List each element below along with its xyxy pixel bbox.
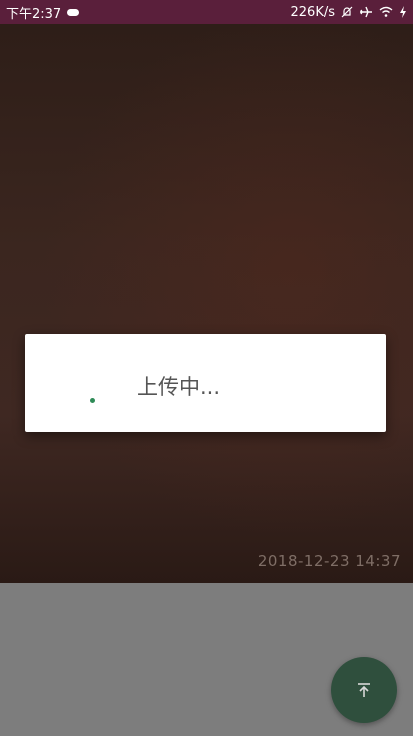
- status-time: 下午2:37: [6, 6, 62, 22]
- photo-timestamp: 2018-12-23 14:37: [257, 552, 401, 570]
- status-left: 下午2:37: [6, 3, 80, 22]
- status-right: 226K/s: [291, 5, 408, 20]
- upload-arrow-icon: [358, 683, 370, 697]
- charging-icon: [400, 6, 406, 18]
- network-speed: 226K/s: [290, 4, 336, 20]
- mute-icon: [341, 6, 353, 18]
- airplane-icon: [360, 6, 372, 18]
- wifi-icon: [379, 6, 393, 17]
- status-bar: 下午2:37 226K/s: [0, 0, 413, 24]
- upload-fab-button[interactable]: [331, 657, 397, 723]
- dialog-message: 上传中...: [137, 375, 221, 399]
- cloud-icon: [67, 8, 80, 16]
- photo-preview: [0, 24, 413, 583]
